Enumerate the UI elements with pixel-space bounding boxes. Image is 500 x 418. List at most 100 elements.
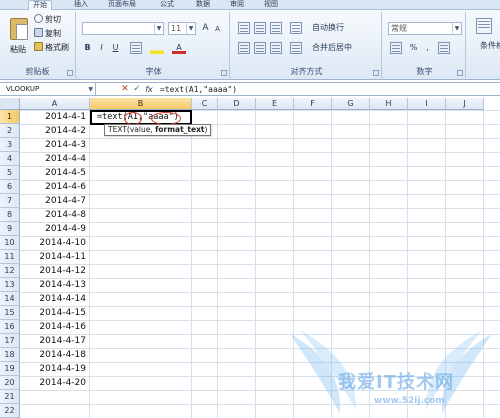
comma-button[interactable]: , — [422, 42, 433, 54]
cell-a17[interactable]: 2014-4-17 — [20, 334, 90, 348]
row-header-21[interactable]: 21 — [0, 390, 20, 404]
font-size-combo[interactable]: 11 ▼ — [168, 22, 196, 35]
cell-a5[interactable]: 2014-4-5 — [20, 166, 90, 180]
row-header-20[interactable]: 20 — [0, 376, 20, 390]
tab-review[interactable]: 审阅 — [226, 0, 248, 10]
tab-data[interactable]: 数据 — [192, 0, 214, 10]
conditional-formatting-icon[interactable] — [476, 18, 492, 34]
cell-grid[interactable] — [20, 110, 500, 418]
format-painter-button[interactable]: 格式刷 — [34, 42, 69, 54]
cell-a9[interactable]: 2014-4-9 — [20, 222, 90, 236]
increase-decimal-icon[interactable] — [438, 42, 450, 54]
bold-button[interactable]: B — [82, 42, 93, 54]
row-header-12[interactable]: 12 — [0, 264, 20, 278]
column-header-c[interactable]: C — [192, 98, 218, 110]
row-header-2[interactable]: 2 — [0, 124, 20, 138]
column-header-b[interactable]: B — [90, 98, 192, 110]
cell-a12[interactable]: 2014-4-12 — [20, 264, 90, 278]
align-left-icon[interactable] — [238, 42, 250, 54]
row-header-5[interactable]: 5 — [0, 166, 20, 180]
cancel-icon[interactable]: ✕ — [120, 84, 130, 95]
align-bottom-icon[interactable] — [270, 22, 282, 34]
column-header-d[interactable]: D — [218, 98, 256, 110]
italic-button[interactable]: I — [96, 42, 107, 54]
row-header-15[interactable]: 15 — [0, 306, 20, 320]
underline-button[interactable]: U — [110, 42, 121, 54]
alignment-dialog-launcher[interactable] — [373, 70, 379, 76]
orientation-icon[interactable] — [290, 22, 302, 34]
row-header-6[interactable]: 6 — [0, 180, 20, 194]
row-header-3[interactable]: 3 — [0, 138, 20, 152]
column-header-f[interactable]: F — [294, 98, 332, 110]
cell-a10[interactable]: 2014-4-10 — [20, 236, 90, 250]
paste-button[interactable]: 粘贴 — [4, 14, 32, 62]
row-header-14[interactable]: 14 — [0, 292, 20, 306]
row-header-17[interactable]: 17 — [0, 334, 20, 348]
fill-color-icon[interactable] — [150, 42, 164, 54]
column-header-j[interactable]: J — [446, 98, 484, 110]
cell-a18[interactable]: 2014-4-18 — [20, 348, 90, 362]
name-box[interactable]: VLOOKUP ▼ — [0, 83, 96, 96]
column-header-a[interactable]: A — [20, 98, 90, 110]
align-right-icon[interactable] — [270, 42, 282, 54]
cell-a3[interactable]: 2014-4-3 — [20, 138, 90, 152]
shrink-font-button[interactable]: A — [212, 23, 223, 35]
indent-icon[interactable] — [290, 42, 302, 54]
font-dialog-launcher[interactable] — [221, 70, 227, 76]
row-header-7[interactable]: 7 — [0, 194, 20, 208]
tab-insert[interactable]: 插入 — [70, 0, 92, 10]
row-header-19[interactable]: 19 — [0, 362, 20, 376]
cell-a14[interactable]: 2014-4-14 — [20, 292, 90, 306]
tab-view[interactable]: 视图 — [260, 0, 282, 10]
select-all-corner[interactable] — [0, 98, 20, 110]
column-header-i[interactable]: I — [408, 98, 446, 110]
row-header-4[interactable]: 4 — [0, 152, 20, 166]
percent-button[interactable]: % — [408, 42, 419, 54]
align-top-icon[interactable] — [238, 22, 250, 34]
cell-a4[interactable]: 2014-4-4 — [20, 152, 90, 166]
number-format-combo[interactable]: 常规 ▼ — [388, 22, 462, 35]
cell-a19[interactable]: 2014-4-19 — [20, 362, 90, 376]
cell-a2[interactable]: 2014-4-2 — [20, 124, 90, 138]
font-name-combo[interactable]: ▼ — [82, 22, 164, 35]
tab-home[interactable]: 开始 — [28, 0, 52, 10]
cut-button[interactable]: 剪切 — [34, 14, 61, 26]
clipboard-dialog-launcher[interactable] — [67, 70, 73, 76]
cell-a16[interactable]: 2014-4-16 — [20, 320, 90, 334]
row-header-11[interactable]: 11 — [0, 250, 20, 264]
borders-icon[interactable] — [130, 42, 142, 54]
formula-input[interactable]: =text(A1,"aaaa") — [160, 83, 237, 96]
insert-function-icon[interactable]: fx — [144, 84, 154, 95]
row-header-9[interactable]: 9 — [0, 222, 20, 236]
cell-a6[interactable]: 2014-4-6 — [20, 180, 90, 194]
copy-button[interactable]: 复制 — [34, 28, 61, 40]
row-header-10[interactable]: 10 — [0, 236, 20, 250]
column-header-g[interactable]: G — [332, 98, 370, 110]
row-header-1[interactable]: 1 — [0, 110, 20, 124]
cell-a7[interactable]: 2014-4-7 — [20, 194, 90, 208]
row-header-16[interactable]: 16 — [0, 320, 20, 334]
merge-center-button[interactable]: 合并后居中 — [312, 42, 352, 53]
conditional-formatting-button[interactable]: 条件格 — [480, 40, 500, 51]
number-dialog-launcher[interactable] — [457, 70, 463, 76]
tab-page-layout[interactable]: 页面布局 — [104, 0, 140, 10]
cell-a13[interactable]: 2014-4-13 — [20, 278, 90, 292]
column-header-h[interactable]: H — [370, 98, 408, 110]
row-header-13[interactable]: 13 — [0, 278, 20, 292]
cell-a11[interactable]: 2014-4-11 — [20, 250, 90, 264]
row-header-18[interactable]: 18 — [0, 348, 20, 362]
font-color-button[interactable]: A — [172, 42, 186, 54]
cell-a15[interactable]: 2014-4-15 — [20, 306, 90, 320]
enter-icon[interactable]: ✓ — [132, 84, 142, 95]
align-middle-icon[interactable] — [254, 22, 266, 34]
align-center-icon[interactable] — [254, 42, 266, 54]
cell-a1[interactable]: 2014-4-1 — [20, 110, 90, 124]
row-header-22[interactable]: 22 — [0, 404, 20, 418]
currency-icon[interactable] — [390, 42, 402, 54]
wrap-text-button[interactable]: 自动换行 — [312, 22, 344, 33]
row-header-8[interactable]: 8 — [0, 208, 20, 222]
cell-a8[interactable]: 2014-4-8 — [20, 208, 90, 222]
cell-a20[interactable]: 2014-4-20 — [20, 376, 90, 390]
column-header-e[interactable]: E — [256, 98, 294, 110]
tab-formulas[interactable]: 公式 — [156, 0, 178, 10]
